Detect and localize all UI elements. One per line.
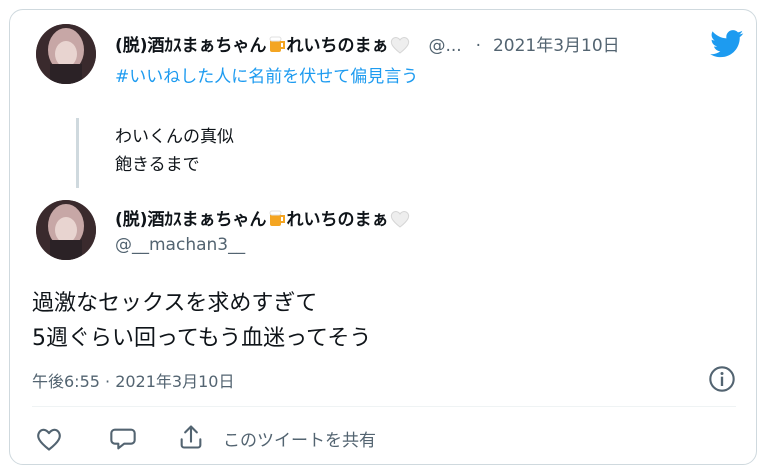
tweet-timestamp[interactable]: 午後6:55 · 2021年3月10日 — [32, 368, 234, 392]
parent-display-name[interactable]: (脱)酒ｶｽまぁちゃん れいちのまぁ @... · 2021年3月10日 — [115, 31, 620, 56]
like-button[interactable] — [35, 426, 63, 452]
reply-button[interactable] — [109, 425, 137, 453]
beer-emoji-icon — [269, 36, 285, 52]
separator-dot: · — [475, 36, 482, 56]
white-heart-emoji-icon — [390, 37, 409, 54]
main-body-line-2: 5週ぐらい回ってもう血迷ってそう — [32, 326, 372, 351]
main-tweet-body: 過激なセックスを求めすぎて 5週ぐらい回ってもう血迷ってそう — [32, 286, 371, 356]
avatar[interactable] — [36, 200, 96, 260]
display-name-text-2: れいちのまぁ — [286, 210, 389, 230]
heart-icon — [37, 428, 61, 451]
display-name-text: (脱)酒ｶｽまぁちゃん — [115, 210, 267, 230]
main-body-line-1: 過激なセックスを求めすぎて — [32, 291, 318, 316]
divider — [32, 406, 736, 407]
display-name-text-2: れいちのまぁ — [286, 36, 389, 56]
embedded-tweet-card: (脱)酒ｶｽまぁちゃん れいちのまぁ @... · 2021年3月10日 #いいね… — [9, 9, 757, 465]
parent-date[interactable]: 2021年3月10日 — [493, 36, 620, 56]
share-icon — [180, 425, 202, 449]
thread-connector-line — [76, 118, 79, 188]
reply-icon — [110, 428, 136, 450]
parent-tweet-body: わいくんの真似 飽きるまで — [115, 123, 234, 179]
parent-body-line-1: わいくんの真似 — [115, 127, 234, 147]
twitter-bird-icon[interactable] — [710, 30, 744, 58]
info-icon[interactable] — [708, 365, 736, 393]
share-label[interactable]: このツイートを共有 — [223, 426, 376, 451]
parent-handle[interactable]: @... — [428, 36, 461, 56]
avatar[interactable] — [36, 24, 96, 84]
beer-emoji-icon — [269, 210, 285, 226]
white-heart-emoji-icon — [390, 211, 409, 228]
display-name-text: (脱)酒ｶｽまぁちゃん — [115, 36, 267, 56]
main-display-name[interactable]: (脱)酒ｶｽまぁちゃん れいちのまぁ — [115, 205, 411, 230]
main-handle[interactable]: @__machan3__ — [115, 235, 245, 255]
parent-body-line-2: 飽きるまで — [115, 155, 200, 175]
hashtag-link[interactable]: #いいねした人に名前を伏せて偏見言う — [115, 62, 418, 87]
